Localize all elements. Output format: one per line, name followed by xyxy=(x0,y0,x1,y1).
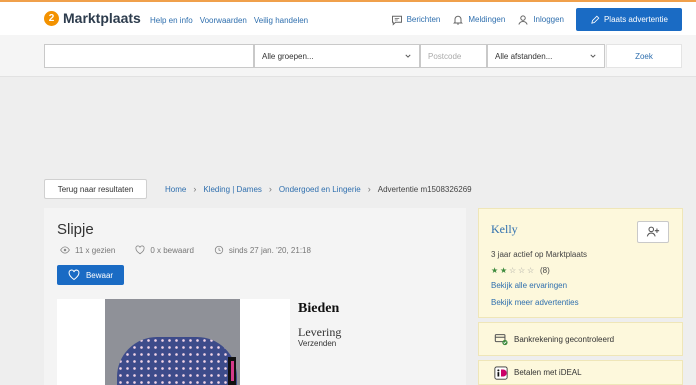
breadcrumb-separator-icon: › xyxy=(268,184,272,194)
breadcrumb-subcategory[interactable]: Ondergoed en Lingerie xyxy=(279,185,361,194)
ideal-icon xyxy=(494,365,508,380)
saves-count: 0 x bewaard xyxy=(150,245,194,255)
login-link[interactable]: Inloggen xyxy=(517,14,564,26)
seller-name[interactable]: Kelly xyxy=(491,222,518,237)
chevron-down-icon xyxy=(405,54,411,58)
photo-tag-accent xyxy=(231,361,234,381)
logo-text: Marktplaats xyxy=(63,10,141,26)
delivery-label: Levering xyxy=(298,325,342,339)
listing-card: Slipje 11 x gezien 0 x bewaard sinds 27 … xyxy=(44,208,466,385)
bank-verified-row: Bankrekening gecontroleerd xyxy=(478,322,683,356)
since-stat: sinds 27 jan. '20, 21:18 xyxy=(214,245,311,255)
views-stat: 11 x gezien xyxy=(60,245,115,255)
postcode-field[interactable]: Postcode xyxy=(420,44,487,68)
clock-icon xyxy=(214,245,224,255)
user-actions: Berichten Meldingen Inloggen Plaats adve… xyxy=(391,8,696,31)
breadcrumb-category[interactable]: Kleding | Dames xyxy=(203,185,262,194)
group-select[interactable]: Alle groepen... xyxy=(254,44,420,68)
since-date: sinds 27 jan. '20, 21:18 xyxy=(228,245,311,255)
star-empty-icon: ☆ xyxy=(509,265,517,275)
save-label: Bewaar xyxy=(85,270,114,280)
breadcrumb: Home › Kleding | Dames › Ondergoed en Li… xyxy=(165,184,472,194)
group-select-value: Alle groepen... xyxy=(262,51,314,61)
top-links: Help en info Voorwaarden Veilig handelen xyxy=(150,16,308,25)
bank-verified-label: Bankrekening gecontroleerd xyxy=(514,334,615,344)
post-ad-label: Plaats advertentie xyxy=(603,15,669,24)
saves-stat: 0 x bewaard xyxy=(135,245,194,255)
search-bar: Alle groepen... Postcode Alle afstanden.… xyxy=(0,35,696,77)
seller-active-since: 3 jaar actief op Marktplaats xyxy=(491,250,588,259)
distance-select-value: Alle afstanden... xyxy=(495,51,553,61)
notifications-label: Meldingen xyxy=(468,15,506,24)
search-button[interactable]: Zoek xyxy=(606,44,682,68)
chat-icon xyxy=(391,15,402,26)
heart-icon xyxy=(135,245,145,255)
user-icon xyxy=(518,14,528,25)
delivery-value: Verzenden xyxy=(298,339,337,348)
messages-link[interactable]: Berichten xyxy=(391,14,441,26)
safe-trading-link[interactable]: Veilig handelen xyxy=(254,16,308,25)
eye-icon xyxy=(60,246,70,254)
star-full-icon: ★ xyxy=(491,265,499,275)
logo-badge-icon: 2 xyxy=(44,10,59,26)
star-empty-icon: ☆ xyxy=(527,265,535,275)
login-label: Inloggen xyxy=(533,15,564,24)
follow-seller-button[interactable] xyxy=(637,221,669,243)
breadcrumb-current: Advertentie m1508326269 xyxy=(377,184,472,194)
star-empty-icon: ☆ xyxy=(518,265,526,275)
view-more-ads-link[interactable]: Bekijk meer advertenties xyxy=(491,298,579,307)
rating-count: (8) xyxy=(540,266,550,275)
ideal-payment-row: Betalen met iDEAL xyxy=(478,360,683,385)
listing-title: Slipje xyxy=(57,221,94,238)
views-count: 11 x gezien xyxy=(75,245,116,255)
breadcrumb-home[interactable]: Home xyxy=(165,185,186,194)
ideal-label: Betalen met iDEAL xyxy=(514,368,582,377)
photo-pattern xyxy=(117,337,237,385)
top-navigation: 2 Marktplaats Help en info Voorwaarden V… xyxy=(0,0,696,35)
back-to-results-button[interactable]: Terug naar resultaten xyxy=(44,179,147,199)
bell-icon xyxy=(453,15,464,25)
breadcrumb-separator-icon: › xyxy=(193,184,197,194)
pencil-icon xyxy=(591,15,600,24)
notifications-link[interactable]: Meldingen xyxy=(452,14,505,26)
search-input[interactable] xyxy=(44,44,254,68)
photo-gallery[interactable] xyxy=(57,299,290,385)
marktplaats-logo[interactable]: 2 Marktplaats xyxy=(44,10,141,26)
distance-select[interactable]: Alle afstanden... xyxy=(487,44,605,68)
star-full-icon: ★ xyxy=(500,265,508,275)
view-reviews-link[interactable]: Bekijk alle ervaringen xyxy=(491,281,567,290)
chevron-down-icon xyxy=(590,54,596,58)
listing-stats: 11 x gezien 0 x bewaard sinds 27 jan. '2… xyxy=(60,245,311,255)
seller-rating: ★ ★ ☆ ☆ ☆ (8) xyxy=(491,266,550,275)
terms-link[interactable]: Voorwaarden xyxy=(200,16,247,25)
messages-label: Berichten xyxy=(406,15,441,24)
price-label: Bieden xyxy=(298,301,340,316)
post-ad-button[interactable]: Plaats advertentie xyxy=(576,8,682,31)
breadcrumb-separator-icon: › xyxy=(367,184,371,194)
bank-verified-icon xyxy=(494,334,508,346)
seller-card: Kelly 3 jaar actief op Marktplaats ★ ★ ☆… xyxy=(478,208,683,318)
heart-icon xyxy=(68,269,80,281)
help-link[interactable]: Help en info xyxy=(150,16,193,25)
listing-photo[interactable] xyxy=(105,299,240,385)
add-user-icon xyxy=(646,226,660,237)
save-button[interactable]: Bewaar xyxy=(57,265,124,285)
